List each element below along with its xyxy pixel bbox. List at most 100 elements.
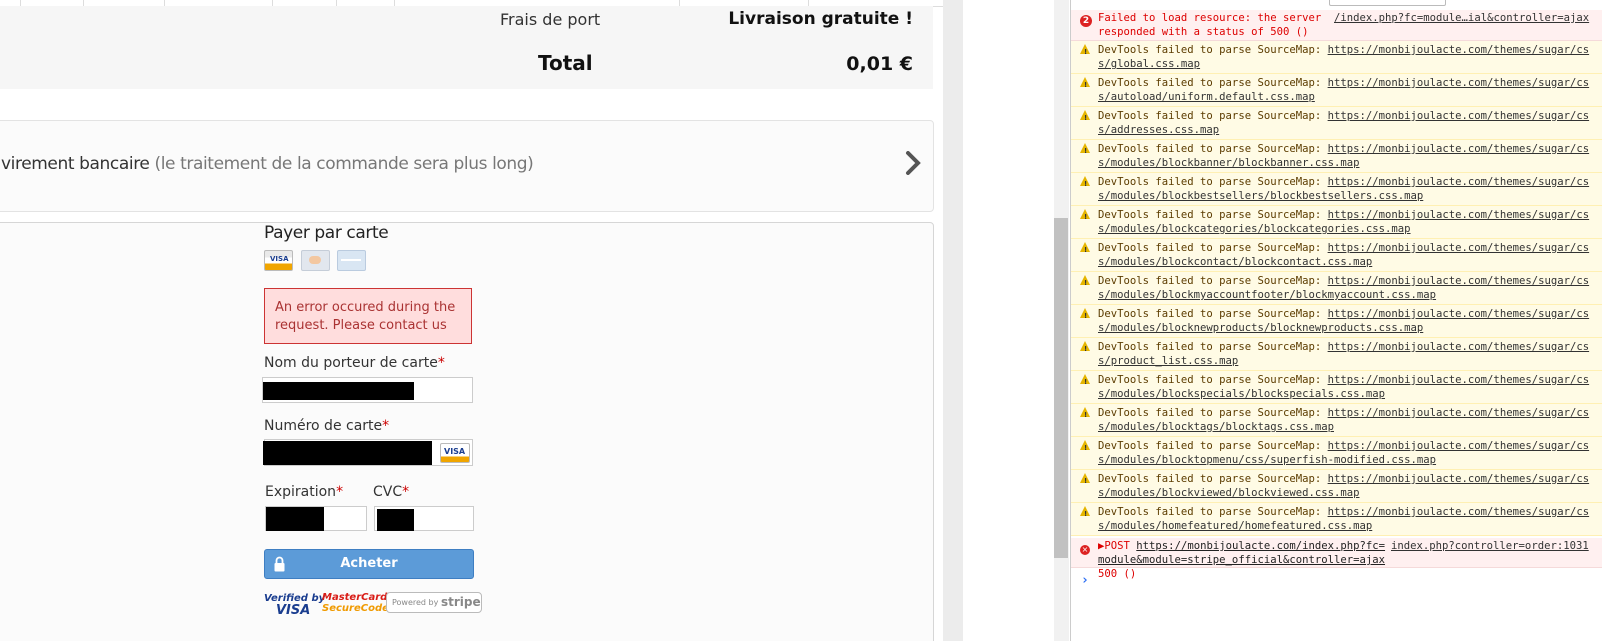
console-warning-sourcemap: DevTools failed to parse SourceMap: http… [1071,107,1602,140]
payment-error-alert: An error occured during the request. Ple… [264,288,472,344]
shipping-value: Livraison gratuite ! [728,9,913,29]
warning-prefix: DevTools failed to parse SourceMap: [1098,275,1328,287]
warning-text: DevTools failed to parse SourceMap: http… [1098,505,1600,533]
visa-card-text: VISA [270,255,289,263]
console-warning-sourcemap: DevTools failed to parse SourceMap: http… [1071,503,1602,536]
powered-by-stripe-badge[interactable]: Powered by stripe [386,592,482,613]
post-error-text: ▶POST https://monbijoulacte.com/index.ph… [1098,540,1386,580]
devtools-console: 2 Failed to load resource: the server re… [1070,0,1602,641]
error-source-link[interactable]: /index.php?fc=module…ial&controller=ajax [1334,11,1589,25]
expiry-label-text: Expiration [265,484,337,500]
warning-prefix: DevTools failed to parse SourceMap: [1098,44,1328,56]
console-warning-sourcemap: DevTools failed to parse SourceMap: http… [1071,371,1602,404]
warning-prefix: DevTools failed to parse SourceMap: [1098,407,1328,419]
warning-prefix: DevTools failed to parse SourceMap: [1098,242,1328,254]
order-totals: Frais de port Livraison gratuite ! Total… [0,6,933,89]
post-error-status: 500 () [1098,568,1137,580]
expiry-input[interactable] [265,506,367,531]
warning-icon [1080,242,1090,257]
warning-text: DevTools failed to parse SourceMap: http… [1098,142,1600,170]
warning-text: DevTools failed to parse SourceMap: http… [1098,307,1600,335]
warning-text: DevTools failed to parse SourceMap: http… [1098,76,1600,104]
warning-icon [1080,77,1090,92]
required-mark: * [382,418,390,434]
post-error-source-link[interactable]: index.php?controller=order:1031 [1391,539,1589,553]
warning-icon [1080,473,1090,488]
warning-prefix: DevTools failed to parse SourceMap: [1098,209,1328,221]
warning-text: DevTools failed to parse SourceMap: http… [1098,43,1600,71]
total-value: 0,01 € [846,53,913,75]
cardholder-name-input[interactable] [262,377,473,403]
console-prompt[interactable]: › [1081,573,1089,588]
warning-prefix: DevTools failed to parse SourceMap: [1098,440,1328,452]
warning-text: DevTools failed to parse SourceMap: http… [1098,406,1600,434]
buy-button[interactable]: Acheter [264,549,474,579]
warning-text: DevTools failed to parse SourceMap: http… [1098,340,1600,368]
verified-by-visa-logo: Verified by VISA [264,593,326,618]
warning-icon [1080,341,1090,356]
redacted-value [266,507,324,531]
required-mark: * [402,484,410,500]
cvc-label: CVC* [373,484,409,500]
console-post-error: × ▶POST https://monbijoulacte.com/index.… [1071,538,1602,580]
warning-text: DevTools failed to parse SourceMap: http… [1098,175,1600,203]
visa-brand-icon: VISA [440,443,470,463]
warning-text: DevTools failed to parse SourceMap: http… [1098,241,1600,269]
console-filter-input[interactable] [1329,0,1446,6]
console-warning-sourcemap: DevTools failed to parse SourceMap: http… [1071,470,1602,503]
console-warning-sourcemap: DevTools failed to parse SourceMap: http… [1071,140,1602,173]
expiry-label: Expiration* [265,484,343,500]
total-label: Total [538,51,593,75]
warning-text: DevTools failed to parse SourceMap: http… [1098,472,1600,500]
shipping-label: Frais de port [500,10,601,29]
console-warning-sourcemap: DevTools failed to parse SourceMap: http… [1071,272,1602,305]
cvc-input[interactable] [374,506,474,531]
bank-transfer-title: virement bancaire [1,154,150,174]
visa-card-icon: VISA [264,250,293,271]
console-warning-sourcemap: DevTools failed to parse SourceMap: http… [1071,74,1602,107]
warning-prefix: DevTools failed to parse SourceMap: [1098,176,1328,188]
error-text: Failed to load resource: the server resp… [1098,12,1322,38]
warning-icon [1080,506,1090,521]
error-count-icon: 2 [1080,13,1092,27]
warning-prefix: DevTools failed to parse SourceMap: [1098,308,1328,320]
card-number-label: Numéro de carte* [264,418,389,434]
bank-transfer-note: (le traitement de la commande sera plus … [154,154,534,174]
warning-text: DevTools failed to parse SourceMap: http… [1098,109,1600,137]
page-content: Frais de port Livraison gratuite ! Total… [0,0,943,641]
warning-prefix: DevTools failed to parse SourceMap: [1098,506,1328,518]
console-warning-sourcemap: DevTools failed to parse SourceMap: http… [1071,239,1602,272]
bank-transfer-option[interactable]: virement bancaire (le traitement de la c… [0,120,934,212]
post-error-url[interactable]: https://monbijoulacte.com/index.php?fc=m… [1098,540,1385,566]
card-number-input[interactable]: VISA [263,439,473,466]
warning-icon [1080,407,1090,422]
page-scrollbar-thumb[interactable] [1054,218,1068,558]
warning-prefix: DevTools failed to parse SourceMap: [1098,374,1328,386]
redacted-value [263,441,432,465]
warning-prefix: DevTools failed to parse SourceMap: [1098,77,1328,89]
console-warning-sourcemap: DevTools failed to parse SourceMap: http… [1071,305,1602,338]
console-warning-sourcemap: DevTools failed to parse SourceMap: http… [1071,173,1602,206]
card-number-label-text: Numéro de carte [264,418,383,434]
warning-icon [1080,110,1090,125]
console-warning-sourcemap: DevTools failed to parse SourceMap: http… [1071,437,1602,470]
warning-icon [1080,143,1090,158]
console-warning-sourcemap: DevTools failed to parse SourceMap: http… [1071,206,1602,239]
warning-icon [1080,440,1090,455]
console-toolbar [1071,0,1602,8]
required-mark: * [437,355,445,371]
required-mark: * [336,484,344,500]
console-warning-sourcemap: DevTools failed to parse SourceMap: http… [1071,404,1602,437]
warning-text: DevTools failed to parse SourceMap: http… [1098,274,1600,302]
warning-text: DevTools failed to parse SourceMap: http… [1098,439,1600,467]
console-warning-sourcemap: DevTools failed to parse SourceMap: http… [1071,338,1602,371]
card-payment-title: Payer par carte [264,223,389,243]
warning-icon [1080,275,1090,290]
buy-button-label: Acheter [340,556,398,571]
warning-prefix: DevTools failed to parse SourceMap: [1098,110,1328,122]
warning-text: DevTools failed to parse SourceMap: http… [1098,373,1600,401]
console-warning-sourcemap: DevTools failed to parse SourceMap: http… [1071,41,1602,74]
amex-card-icon [337,250,366,271]
warning-icon [1080,176,1090,191]
cardholder-label: Nom du porteur de carte* [264,355,445,371]
